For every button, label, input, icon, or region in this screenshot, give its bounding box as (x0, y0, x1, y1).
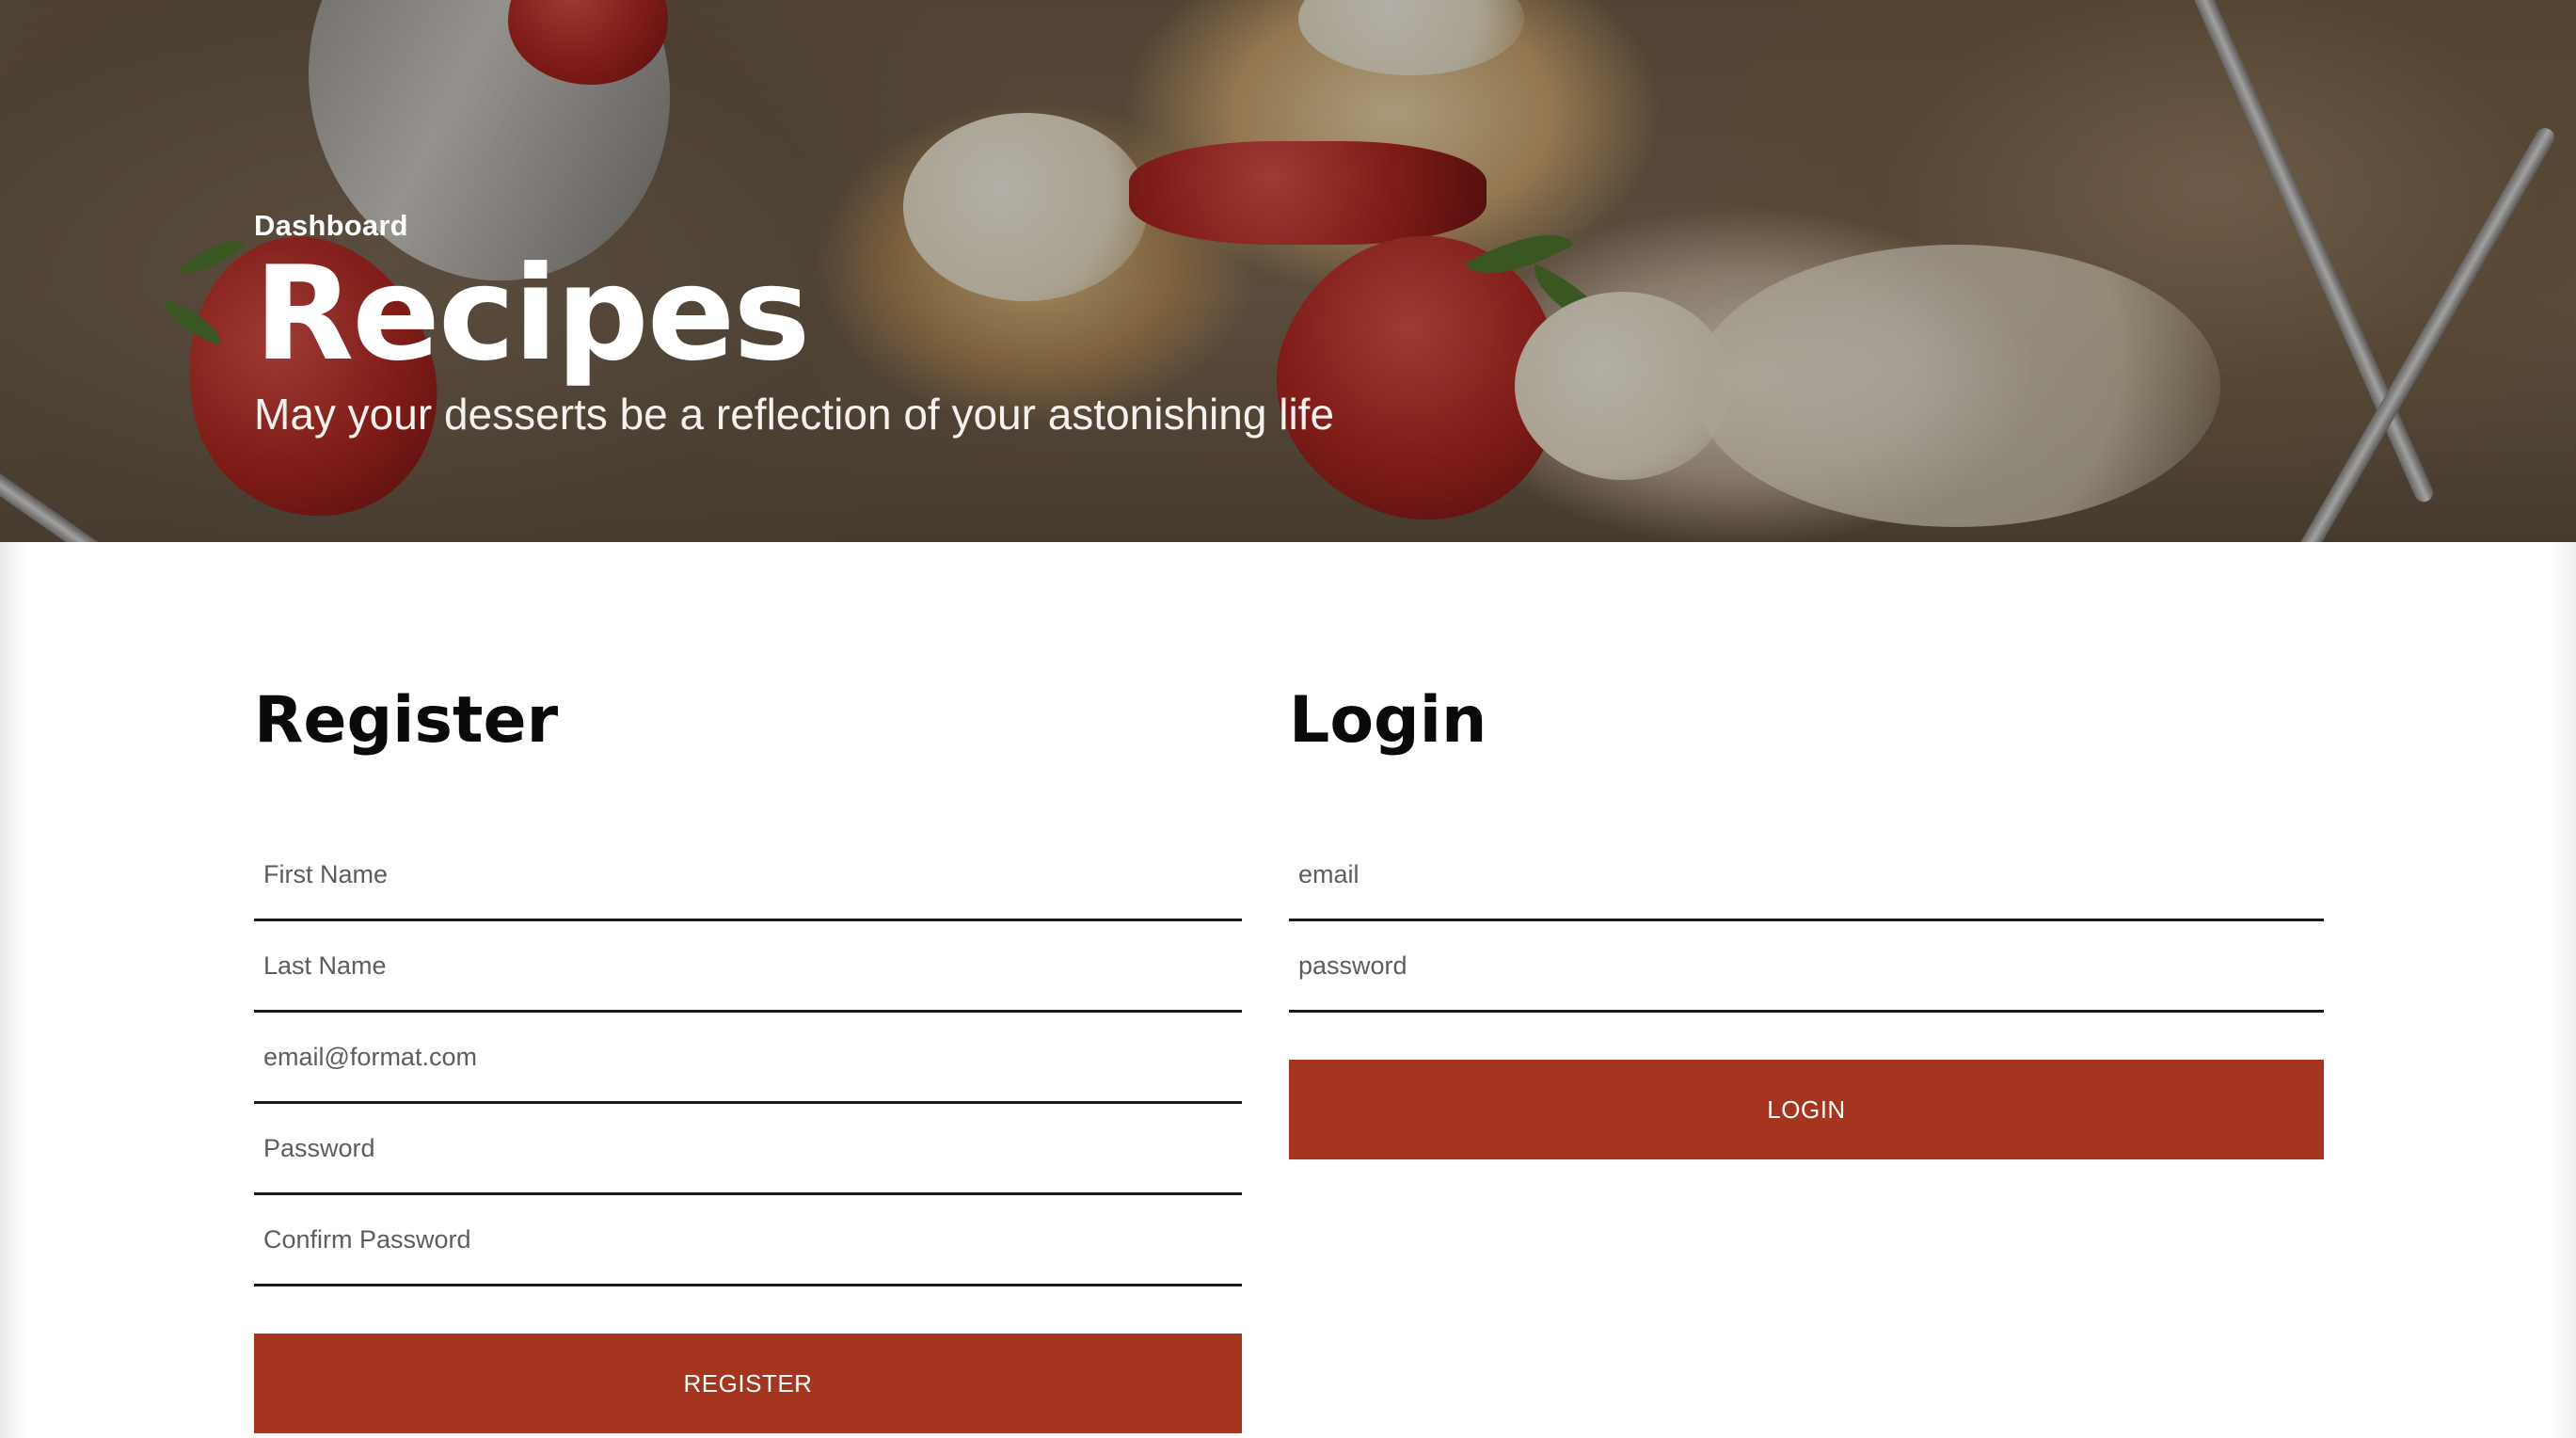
confirm-password-field[interactable] (254, 1195, 1242, 1286)
register-email-field[interactable] (254, 1013, 1242, 1104)
register-section: Register REGISTER (254, 689, 1242, 1433)
hero-banner: Dashboard Recipes May your desserts be a… (0, 0, 2576, 542)
register-button[interactable]: REGISTER (254, 1334, 1242, 1433)
page-title: Recipes (254, 238, 810, 390)
login-password-field[interactable] (1289, 921, 2324, 1013)
login-form: LOGIN (1289, 830, 2324, 1159)
hero-text: Dashboard Recipes May your desserts be a… (254, 209, 1334, 439)
register-form: REGISTER (254, 830, 1242, 1433)
login-email-field[interactable] (1289, 830, 2324, 921)
login-button[interactable]: LOGIN (1289, 1060, 2324, 1159)
login-heading: Login (1289, 683, 1487, 758)
first-name-field[interactable] (254, 830, 1242, 921)
page-tagline: May your desserts be a reflection of you… (254, 389, 1335, 439)
register-heading: Register (254, 683, 559, 758)
register-password-field[interactable] (254, 1104, 1242, 1195)
last-name-field[interactable] (254, 921, 1242, 1013)
login-section: Login LOGIN (1289, 689, 2324, 1159)
main-content: Register REGISTER Login LOGIN (0, 542, 2576, 1438)
